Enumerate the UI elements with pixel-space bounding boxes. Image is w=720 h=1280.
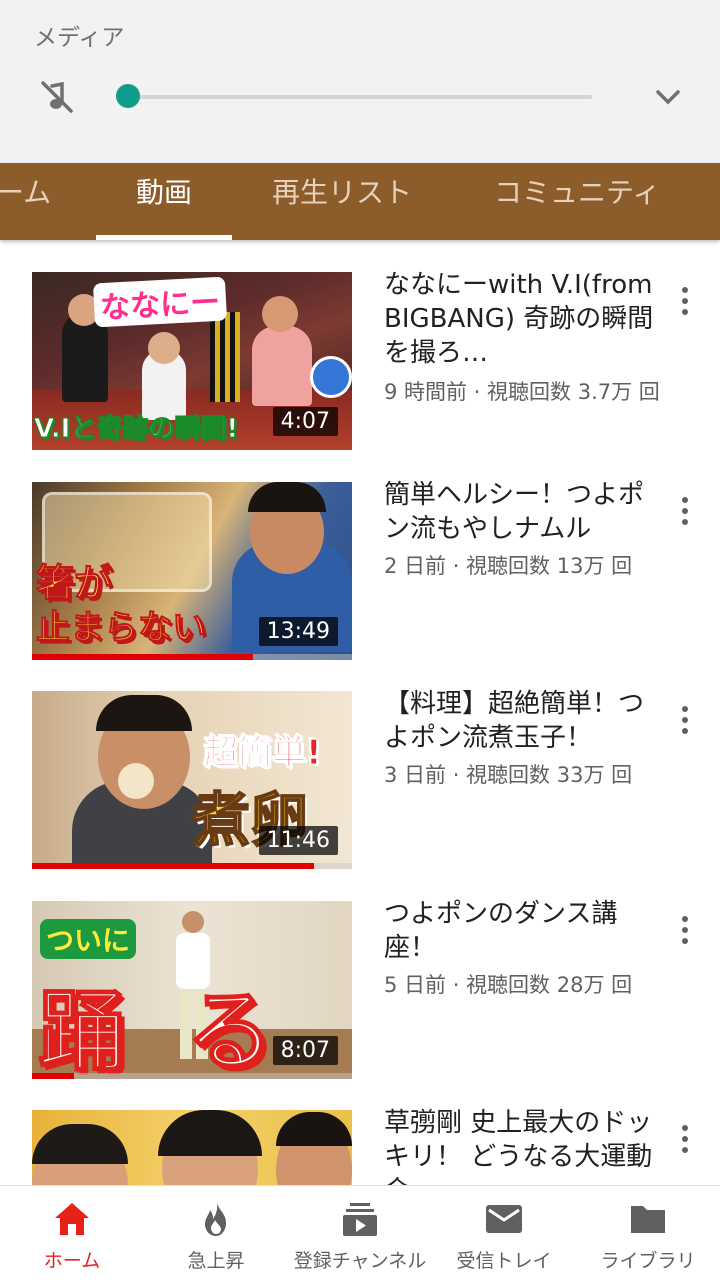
video-item[interactable]: 草彅剛 史上最大のドッキリ！ どうなる大運動会…	[0, 1078, 720, 1185]
more-options-icon[interactable]	[674, 1122, 696, 1156]
bottom-navigation: ホーム 急上昇 登録チャンネル 受信トレイ ライブラリ	[0, 1185, 720, 1280]
video-meta: 3 日前 · 視聴回数 33万 回	[384, 763, 633, 787]
video-title[interactable]: つよポンのダンス講座！	[384, 897, 654, 965]
video-title[interactable]: 簡単ヘルシー！つよポン流もやしナムル	[384, 478, 654, 546]
nav-label: ライブラリ	[600, 1250, 696, 1272]
flame-icon	[205, 1202, 226, 1236]
video-title[interactable]: 【料理】超絶簡単！つよポン流煮玉子！	[384, 687, 654, 755]
more-options-icon[interactable]	[674, 284, 696, 318]
video-thumbnail[interactable]: ななにー V.Iと奇跡の瞬間! 4:07	[32, 272, 352, 450]
video-meta: 9 時間前 · 視聴回数 3.7万 回	[384, 380, 660, 404]
tab-home[interactable]: ーム	[0, 163, 51, 240]
video-thumbnail[interactable]: 箸が 止まらない 13:49	[32, 482, 352, 660]
subscriptions-icon	[343, 1203, 377, 1236]
home-icon	[55, 1203, 89, 1235]
video-duration: 8:07	[272, 1036, 338, 1065]
nav-label: ホーム	[43, 1250, 101, 1272]
more-options-icon[interactable]	[674, 703, 696, 737]
more-options-icon[interactable]	[674, 913, 696, 947]
thumbnail-caption: 超簡単!	[204, 733, 323, 774]
video-duration: 11:46	[258, 826, 338, 855]
channel-tab-bar: ーム 動画 再生リスト コミュニティ	[0, 163, 720, 240]
chevron-down-icon[interactable]	[650, 82, 686, 112]
video-duration: 13:49	[258, 617, 338, 646]
thumbnail-caption: ついに	[40, 919, 137, 959]
thumbnail-caption: V.Iと奇跡の瞬間!	[33, 414, 239, 445]
video-thumbnail[interactable]	[32, 1110, 352, 1185]
video-title[interactable]: ななにーwith V.I(from BIGBANG) 奇跡の瞬間を撮ろ…	[384, 268, 654, 370]
nav-inbox[interactable]: 受信トレイ	[432, 1186, 576, 1280]
video-meta: 2 日前 · 視聴回数 13万 回	[384, 554, 633, 578]
nav-trending[interactable]: 急上昇	[144, 1186, 288, 1280]
video-list: ななにー V.Iと奇跡の瞬間! 4:07 ななにーwith V.I(from B…	[0, 240, 720, 1185]
thumbnail-caption: 箸が	[35, 561, 113, 606]
nav-library[interactable]: ライブラリ	[576, 1186, 720, 1280]
mail-icon	[486, 1205, 522, 1233]
volume-slider-track[interactable]	[128, 95, 592, 99]
video-item[interactable]: ついに 踊る 8:07 つよポンのダンス講座！ 5 日前 · 視聴回数 28万 …	[0, 869, 720, 1079]
volume-slider-thumb[interactable]	[116, 84, 140, 108]
tab-community[interactable]: コミュニティ	[494, 163, 660, 240]
more-options-icon[interactable]	[674, 494, 696, 528]
video-title[interactable]: 草彅剛 史上最大のドッキリ！ どうなる大運動会…	[384, 1106, 654, 1185]
video-duration: 4:07	[272, 407, 338, 436]
video-item[interactable]: ななにー V.Iと奇跡の瞬間! 4:07 ななにーwith V.I(from B…	[0, 240, 720, 450]
nav-label: 受信トレイ	[456, 1250, 552, 1272]
nav-home[interactable]: ホーム	[0, 1186, 144, 1280]
volume-off-icon[interactable]	[38, 78, 76, 116]
nav-label: 急上昇	[187, 1250, 245, 1272]
tab-playlists[interactable]: 再生リスト	[272, 163, 412, 240]
media-panel-title: メディア	[34, 25, 125, 51]
video-item[interactable]: 超簡単! 煮卵 11:46 【料理】超絶簡単！つよポン流煮玉子！ 3 日前 · …	[0, 659, 720, 869]
video-item[interactable]: 箸が 止まらない 13:49 簡単ヘルシー！つよポン流もやしナムル 2 日前 ·…	[0, 450, 720, 660]
video-meta: 5 日前 · 視聴回数 28万 回	[384, 973, 633, 997]
video-thumbnail[interactable]: ついに 踊る 8:07	[32, 901, 352, 1079]
nav-label: 登録チャンネル	[293, 1250, 427, 1272]
nav-subscriptions[interactable]: 登録チャンネル	[288, 1186, 432, 1280]
thumbnail-caption: ななにー	[92, 276, 228, 328]
video-thumbnail[interactable]: 超簡単! 煮卵 11:46	[32, 691, 352, 869]
media-output-panel: メディア	[0, 0, 720, 163]
thumbnail-caption: 止まらない	[36, 608, 207, 649]
folder-icon	[631, 1206, 665, 1233]
tab-videos[interactable]: 動画	[136, 163, 192, 240]
